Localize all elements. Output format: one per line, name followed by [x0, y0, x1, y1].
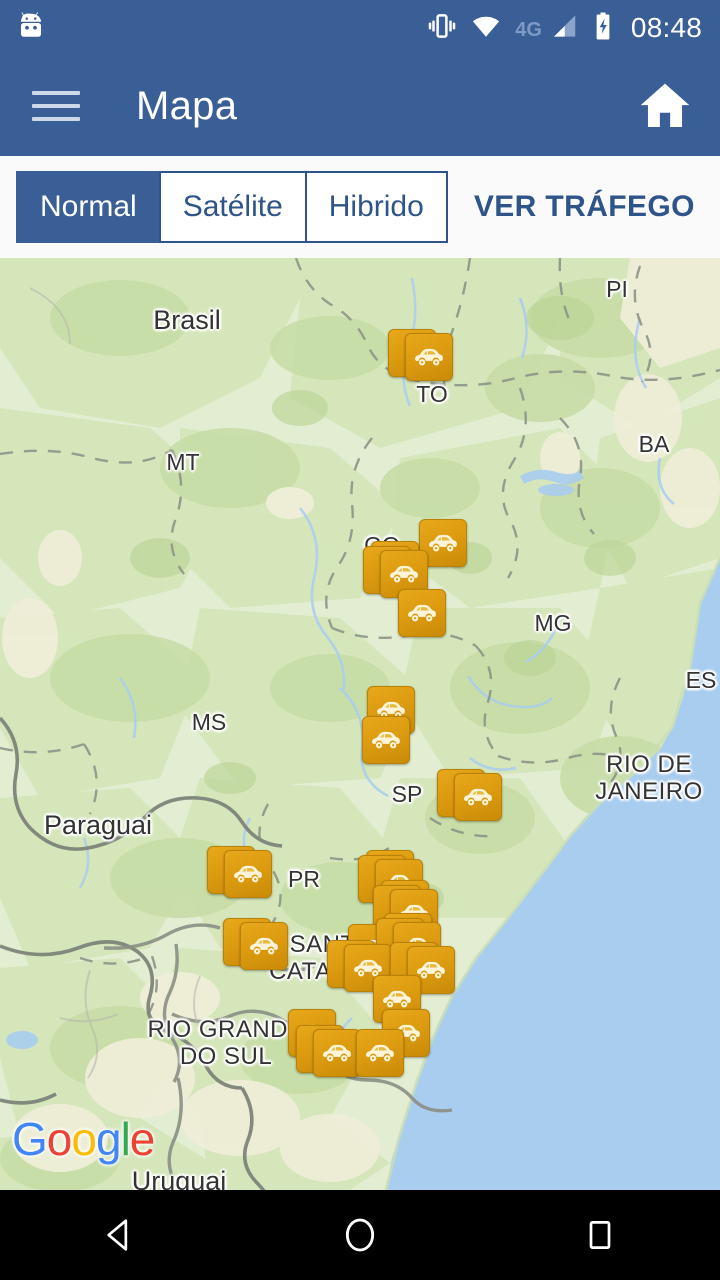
vehicle-marker-rs-west[interactable]: [296, 1025, 361, 1077]
vehicle-marker-sp-east[interactable]: [437, 769, 502, 821]
car-icon: [246, 928, 282, 964]
page-title: Mapa: [136, 83, 238, 128]
marker-front-tile: [398, 589, 446, 637]
status-bar: 4G 08:48: [0, 0, 720, 56]
marker-front-tile: [240, 922, 288, 970]
home-icon[interactable]: [634, 75, 696, 137]
map-type-toolbar: Normal Satélite Hibrido VER TRÁFEGO: [0, 156, 720, 258]
square-recents-icon: [589, 1221, 611, 1249]
menu-line-1: [32, 91, 80, 95]
vehicle-marker-pr-west[interactable]: [207, 846, 272, 898]
device-screen: 4G 08:48 Mapa Normal Satélite Hibrido VE…: [0, 0, 720, 1280]
vibrate-icon: [427, 11, 457, 46]
car-icon: [386, 556, 422, 592]
map-view[interactable]: Brasil PI TO BA MT GO MG ES MS RIO DE JA…: [0, 258, 720, 1190]
marker-front-tile: [313, 1029, 361, 1077]
home-button[interactable]: [300, 1190, 420, 1280]
marker-front-tile: [356, 1029, 404, 1077]
menu-line-3: [32, 117, 80, 121]
recents-button[interactable]: [540, 1190, 660, 1280]
map-type-segmented-control: Normal Satélite Hibrido: [16, 171, 448, 243]
vehicle-marker-sp-west[interactable]: [362, 716, 410, 764]
app-bar: Mapa: [0, 56, 720, 156]
car-icon: [404, 595, 440, 631]
map-type-satelite-button[interactable]: Satélite: [158, 171, 305, 243]
ver-trafego-button[interactable]: VER TRÁFEGO: [474, 190, 695, 224]
network-type-label: 4G: [515, 18, 542, 41]
car-icon: [362, 1035, 398, 1071]
wifi-icon: [470, 11, 502, 46]
car-icon: [368, 722, 404, 758]
hamburger-menu-icon[interactable]: [32, 84, 84, 128]
vehicle-marker-sc-west[interactable]: [223, 918, 288, 970]
vehicle-marker-go-south[interactable]: [398, 589, 446, 637]
status-clock: 08:48: [630, 12, 702, 43]
vehicle-marker-rs-east[interactable]: [356, 1029, 404, 1077]
car-icon: [319, 1035, 355, 1071]
car-icon: [425, 525, 461, 561]
system-navigation-bar: [0, 1190, 720, 1280]
android-robot-icon: [16, 11, 46, 46]
back-button[interactable]: [60, 1190, 180, 1280]
signal-icon: [549, 11, 579, 46]
map-type-normal-button[interactable]: Normal: [16, 171, 159, 243]
car-icon: [230, 856, 266, 892]
car-icon: [411, 339, 447, 375]
status-bar-right: 4G 08:48: [427, 11, 702, 46]
circle-home-icon: [345, 1218, 375, 1252]
marker-front-tile: [224, 850, 272, 898]
marker-front-tile: [405, 333, 453, 381]
marker-front-tile: [362, 716, 410, 764]
battery-charging-icon: [592, 11, 614, 46]
triangle-back-icon: [107, 1219, 128, 1251]
status-bar-left: [16, 11, 46, 46]
menu-line-2: [32, 104, 80, 108]
map-type-hibrido-button[interactable]: Hibrido: [304, 171, 448, 243]
vehicle-marker-to[interactable]: [388, 329, 453, 381]
marker-front-tile: [454, 773, 502, 821]
car-icon: [460, 779, 496, 815]
